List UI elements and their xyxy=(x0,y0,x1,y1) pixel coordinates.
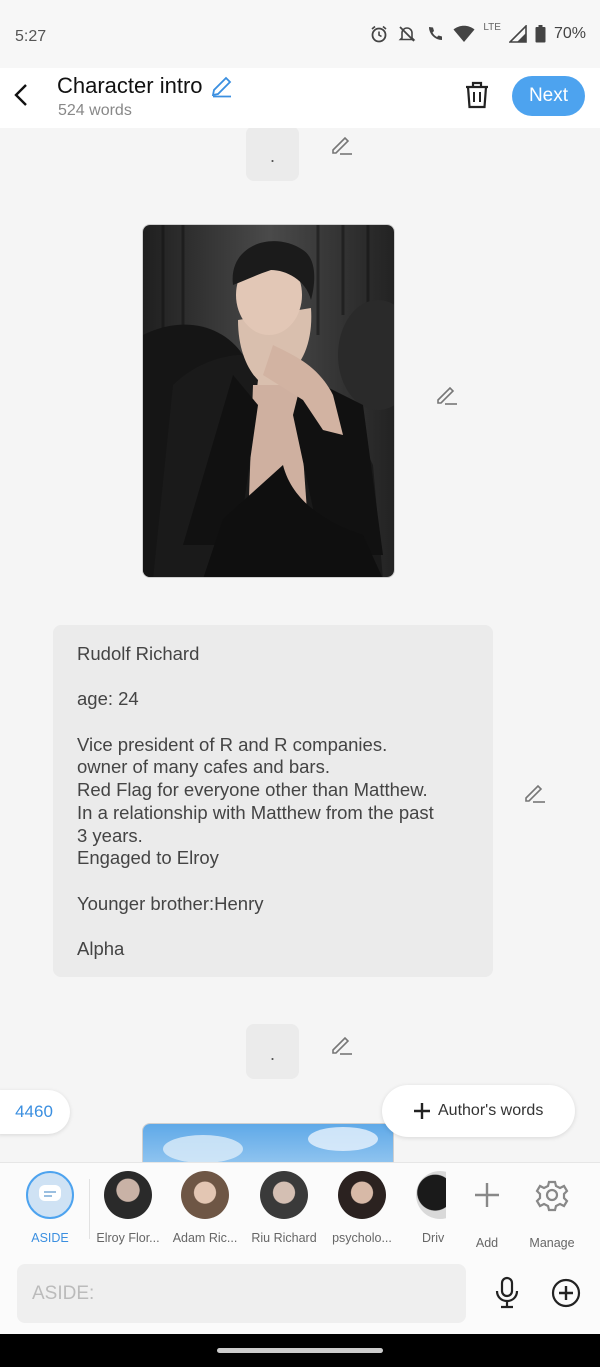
edit-icon[interactable] xyxy=(331,133,353,155)
notifications-off-icon xyxy=(398,26,416,42)
character-image[interactable] xyxy=(142,224,395,578)
plus-icon xyxy=(475,1183,499,1207)
edit-icon[interactable] xyxy=(331,1033,353,1055)
authors-words-button[interactable]: Author's words xyxy=(382,1085,575,1137)
bio-line: In a relationship with Matthew from the … xyxy=(77,801,434,823)
edit-icon[interactable] xyxy=(524,781,546,803)
battery-icon xyxy=(535,25,546,43)
bio-line xyxy=(77,711,469,734)
back-arrow-icon[interactable] xyxy=(13,83,31,107)
alarm-icon xyxy=(371,25,387,43)
edit-icon[interactable] xyxy=(436,383,458,405)
word-count: 524 words xyxy=(58,102,132,119)
scroll-counter[interactable]: 4460 xyxy=(0,1090,70,1134)
wifi-icon xyxy=(453,25,475,42)
character-name: psycholo... xyxy=(332,1231,392,1245)
signal-icon xyxy=(508,25,527,43)
top-app-bar: Character intro 524 words Next xyxy=(0,68,600,128)
next-button[interactable]: Next xyxy=(512,76,585,116)
home-indicator[interactable] xyxy=(217,1348,383,1353)
bio-line xyxy=(77,915,469,938)
system-navigation-bar xyxy=(0,1334,600,1367)
aside-label: ASIDE xyxy=(31,1231,69,1245)
character-avatar xyxy=(416,1171,446,1219)
battery-level: 70% xyxy=(553,25,586,42)
bio-line: owner of many cafes and bars. xyxy=(77,756,330,778)
bio-line xyxy=(77,666,469,689)
trash-icon[interactable] xyxy=(464,81,490,109)
edit-title-icon[interactable] xyxy=(210,74,234,98)
plus-icon xyxy=(414,1103,430,1119)
status-time: 5:27 xyxy=(15,28,47,45)
message-input[interactable]: ASIDE: xyxy=(17,1264,466,1323)
page-title: Character intro xyxy=(57,73,203,98)
chat-bubble-icon xyxy=(39,1185,61,1201)
character-bio-bubble[interactable]: Rudolf Richard age: 24 Vice president of R… xyxy=(53,625,493,977)
character-avatar xyxy=(338,1171,386,1219)
bio-line: Alpha xyxy=(77,937,125,959)
microphone-icon[interactable] xyxy=(494,1276,520,1310)
add-attachment-icon[interactable] xyxy=(551,1278,581,1308)
character-avatar xyxy=(104,1171,152,1219)
character-item[interactable]: Driv xyxy=(400,1171,446,1245)
network-type: LTE xyxy=(483,21,501,33)
status-bar: 5:27 LTE 70% xyxy=(0,0,600,68)
bio-line: Rudolf Richard xyxy=(77,643,200,664)
character-item[interactable]: Riu Richard xyxy=(244,1171,324,1245)
gear-icon xyxy=(535,1180,569,1212)
composer: ASIDE: xyxy=(0,1254,600,1334)
separator-block[interactable]: . xyxy=(246,128,299,181)
sky-illustration xyxy=(143,1124,393,1162)
status-icons: LTE 70% xyxy=(369,21,586,44)
character-aside[interactable]: ASIDE xyxy=(10,1171,90,1245)
manage-label: Manage xyxy=(529,1236,575,1250)
character-name: Driv xyxy=(422,1231,445,1245)
authors-words-label: Author's words xyxy=(438,1102,544,1119)
character-item[interactable]: psycholo... xyxy=(322,1171,402,1245)
bio-line: Vice president of R and R companies. xyxy=(77,733,388,755)
bio-line: age: 24 xyxy=(77,688,139,710)
bio-line: Red Flag for everyone other than Matthew… xyxy=(77,779,428,801)
character-item[interactable]: Elroy Flor... xyxy=(88,1171,168,1245)
aside-avatar xyxy=(26,1171,74,1219)
bio-line: Younger brother:Henry xyxy=(77,892,264,914)
wifi-call-icon xyxy=(429,27,443,40)
bio-line xyxy=(77,870,469,893)
character-name: Elroy Flor... xyxy=(96,1231,160,1245)
story-content: . Rudolf Richard age: 24 Vice president … xyxy=(0,128,600,1162)
character-selector: ASIDE Elroy Flor... Adam Ric... Riu Rich… xyxy=(0,1162,600,1254)
bio-line: 3 years. xyxy=(77,824,143,846)
separator-block[interactable]: . xyxy=(246,1024,299,1079)
manage-button[interactable]: Manage xyxy=(512,1171,592,1250)
character-avatar xyxy=(260,1171,308,1219)
character-name: Adam Ric... xyxy=(172,1231,238,1245)
bio-line: Engaged to Elroy xyxy=(77,847,219,869)
character-name: Riu Richard xyxy=(251,1231,317,1245)
character-item[interactable]: Adam Ric... xyxy=(165,1171,245,1245)
character-illustration xyxy=(143,225,394,577)
character-image-2[interactable] xyxy=(142,1123,394,1162)
character-avatar xyxy=(181,1171,229,1219)
